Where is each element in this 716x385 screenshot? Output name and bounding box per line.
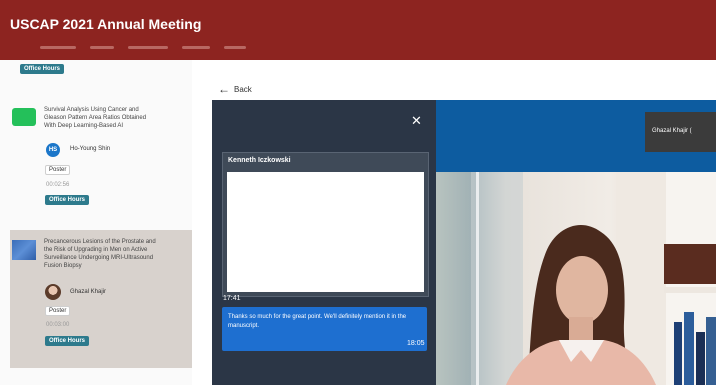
author-name: Ho-Young Shin [70,146,111,152]
duration: 00:02:56 [46,182,70,188]
message-timestamp: 18:05 [407,340,425,347]
close-icon[interactable]: ✕ [411,113,422,129]
avatar: HS [46,143,60,157]
poster-thumbnail[interactable] [12,108,36,126]
back-link[interactable]: ← Back [218,82,252,96]
chat-preview-area [227,172,424,292]
arrow-left-icon: ← [218,82,230,96]
card-title[interactable]: Survival Analysis Using Cancer and Gleas… [44,106,146,130]
participant-name: Kenneth Iczkowski [228,157,291,164]
poster-tag: Poster [45,165,71,175]
header-nav-placeholder [40,46,246,49]
app-header: USCAP 2021 Annual Meeting [0,0,716,60]
video-scene [471,172,716,385]
chat-message-text: Thanks so much for the great point. We'l… [228,314,407,329]
card-title[interactable]: Precancerous Lesions of the Prostate and… [44,238,156,270]
author-name: Ghazal Khajir [70,289,107,295]
back-label: Back [234,84,252,94]
poster-tag: Poster [45,306,71,316]
office-hours-button[interactable]: Office Hours [45,195,90,205]
participant-tile-name: Ghazal Khajir ( [652,128,692,134]
video-feed [436,172,716,385]
office-hours-button-top[interactable]: Office Hours [20,64,65,74]
app-title: USCAP 2021 Annual Meeting [10,16,202,32]
poster-thumbnail[interactable] [12,240,36,260]
message-timestamp: 17:41 [223,295,241,302]
avatar [45,284,61,300]
office-hours-button[interactable]: Office Hours [45,336,90,346]
duration: 00:03:00 [46,322,70,328]
